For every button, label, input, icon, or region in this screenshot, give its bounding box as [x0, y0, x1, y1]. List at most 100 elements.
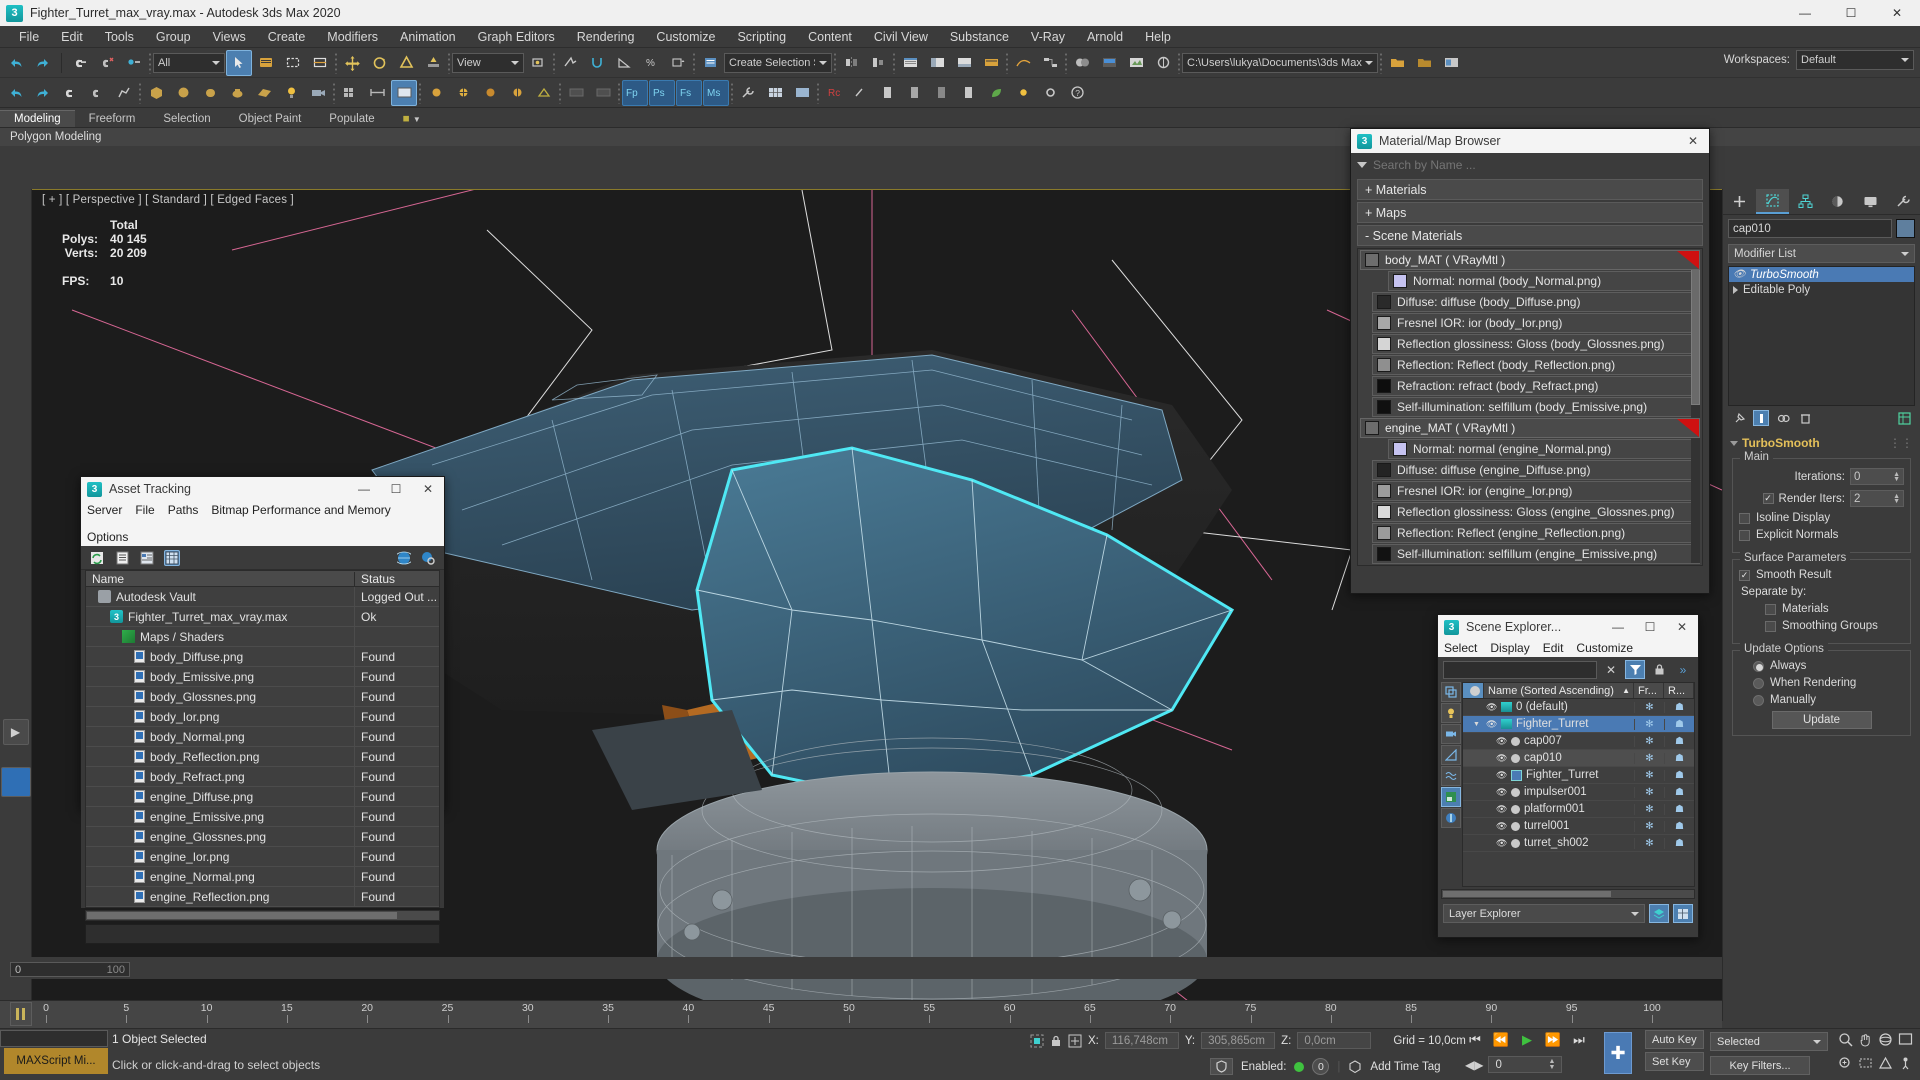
time-ruler[interactable]: 0510152025303540455055606570758085909510…: [0, 1000, 1722, 1028]
frame-range-field[interactable]: 0 100: [10, 962, 130, 977]
asset-tracking-icon[interactable]: [1438, 50, 1464, 76]
material-map-entry[interactable]: Reflection glossiness: Gloss (engine_Glo…: [1372, 502, 1700, 522]
turbosmooth-rollup-header[interactable]: TurboSmooth ⋮⋮: [1728, 434, 1915, 452]
cube-icon[interactable]: [1348, 1060, 1362, 1074]
frozen-cell-icon[interactable]: ✻: [1634, 821, 1664, 832]
maxscript-input[interactable]: [0, 1030, 108, 1047]
create-selection-set-icon[interactable]: [563, 80, 589, 106]
visibility-eye-icon[interactable]: 👁: [1496, 770, 1507, 781]
asset-tracking-window[interactable]: 3 Asset Tracking — ☐ ✕ ServerFilePathsBi…: [80, 476, 445, 810]
frozen-cell-icon[interactable]: ✻: [1634, 804, 1664, 815]
mirror-icon[interactable]: [838, 50, 864, 76]
separate-materials-row[interactable]: Materials: [1765, 603, 1904, 615]
lock-icon[interactable]: [1649, 660, 1669, 679]
zoom-region-icon[interactable]: [1858, 1056, 1873, 1071]
workspaces-combo[interactable]: Default: [1796, 50, 1914, 70]
z-coordinate-field[interactable]: 0,0cm: [1297, 1032, 1371, 1049]
absolute-relative-toggle-icon[interactable]: [1068, 1034, 1082, 1048]
asset-row[interactable]: Maps / Shaders: [86, 627, 439, 647]
redo-view-icon[interactable]: [30, 80, 56, 106]
viewport-layout-icon[interactable]: [391, 80, 417, 106]
material-map-entry[interactable]: Diffuse: diffuse (body_Diffuse.png): [1372, 292, 1700, 312]
frozen-cell-icon[interactable]: ✻: [1634, 736, 1664, 747]
material-map-entry[interactable]: Reflection: Reflect (body_Reflection.png…: [1372, 355, 1700, 375]
go-to-start-icon[interactable]: ⏮: [1465, 1030, 1485, 1049]
array-icon[interactable]: [337, 80, 363, 106]
frozen-cell-icon[interactable]: ✻: [1634, 719, 1664, 730]
update-always-radio[interactable]: [1753, 661, 1764, 672]
shield-icon[interactable]: [1210, 1058, 1233, 1075]
renderable-cell-icon[interactable]: ☗: [1664, 753, 1694, 764]
materials-section-header[interactable]: + Materials: [1357, 179, 1703, 200]
refresh-icon[interactable]: [89, 550, 105, 566]
reference-coordinate-combo[interactable]: View: [452, 53, 524, 73]
asset-row[interactable]: body_Diffuse.pngFound: [86, 647, 439, 667]
fp-render-icon[interactable]: Fp: [622, 80, 648, 106]
y-coordinate-field[interactable]: 305,865cm: [1201, 1032, 1275, 1049]
scene-explorer-row[interactable]: 👁cap007✻☗: [1463, 733, 1694, 750]
unfreeze-icon[interactable]: [477, 80, 503, 106]
material-map-entry[interactable]: Normal: normal (body_Normal.png): [1388, 271, 1700, 291]
asset-menu-paths[interactable]: Paths: [168, 503, 199, 517]
renderable-cell-icon[interactable]: ☗: [1664, 821, 1694, 832]
tab-motion[interactable]: [1821, 189, 1854, 214]
clear-search-icon[interactable]: ✕: [1601, 660, 1621, 679]
select-and-scale-icon[interactable]: [393, 50, 419, 76]
scene-explorer-maximize[interactable]: ☐: [1634, 615, 1666, 639]
manage-links-icon[interactable]: [978, 50, 1004, 76]
menu-item-rendering[interactable]: Rendering: [566, 28, 646, 46]
render-iters-spinner[interactable]: 2 ▲▼: [1850, 490, 1904, 507]
asset-tracking-maximize[interactable]: ☐: [380, 477, 412, 501]
scene-explorer-minimize[interactable]: —: [1602, 615, 1634, 639]
update-when-rendering-radio[interactable]: [1753, 678, 1764, 689]
scene-explorer-tree[interactable]: Name (Sorted Ascending) ▲ Fr... R... 👁0 …: [1462, 682, 1695, 887]
named-selection-set-combo[interactable]: Create Selection Se: [724, 53, 832, 73]
scene-explorer-search-input[interactable]: [1443, 661, 1597, 679]
visibility-eye-icon[interactable]: 👁: [1496, 787, 1507, 798]
remove-modifier-icon[interactable]: [1797, 410, 1813, 426]
ribbon-tab-modeling[interactable]: Modeling: [0, 110, 75, 127]
ribbon-tab-populate[interactable]: Populate: [315, 111, 388, 127]
menu-item-views[interactable]: Views: [202, 28, 257, 46]
sphere-primitive-icon[interactable]: [170, 80, 196, 106]
menu-item-animation[interactable]: Animation: [389, 28, 467, 46]
explicit-normals-row[interactable]: Explicit Normals: [1739, 529, 1904, 541]
expand-panel-icon[interactable]: ▶: [3, 719, 29, 745]
scene-explorer-row[interactable]: 👁0 (default)✻☗: [1463, 699, 1694, 716]
separate-smoothing-groups-row[interactable]: Smoothing Groups: [1765, 620, 1904, 632]
redo-icon[interactable]: [30, 50, 56, 76]
renderable-cell-icon[interactable]: ☗: [1664, 702, 1694, 713]
menu-item-customize[interactable]: Customize: [645, 28, 726, 46]
asset-row[interactable]: engine_Emissive.pngFound: [86, 807, 439, 827]
panel-4-icon[interactable]: [956, 80, 982, 106]
asset-menu-bitmap-performance-and-memory[interactable]: Bitmap Performance and Memory: [211, 503, 390, 517]
object-name-input[interactable]: [1728, 219, 1892, 238]
box-primitive-icon[interactable]: [143, 80, 169, 106]
menu-item-create[interactable]: Create: [257, 28, 317, 46]
key-filter-scope-combo[interactable]: Selected: [1710, 1032, 1828, 1051]
smooth-result-row[interactable]: ✓ Smooth Result: [1739, 569, 1904, 581]
tab-display[interactable]: [1854, 189, 1887, 214]
viewport-color-swatch[interactable]: [1, 767, 31, 797]
update-manually-row[interactable]: Manually: [1753, 694, 1904, 706]
scene-materials-section-header[interactable]: - Scene Materials: [1357, 225, 1703, 246]
scene-menu-select[interactable]: Select: [1444, 641, 1477, 655]
material-map-entry[interactable]: Refraction: refract (body_Refract.png): [1372, 376, 1700, 396]
key-step-icon[interactable]: ◀▶: [1465, 1058, 1483, 1072]
plane-primitive-icon[interactable]: [251, 80, 277, 106]
menu-item-content[interactable]: Content: [797, 28, 863, 46]
walk-through-icon[interactable]: [1898, 1056, 1913, 1071]
layer-explorer-icon[interactable]: [897, 50, 923, 76]
asset-row[interactable]: body_Reflection.pngFound: [86, 747, 439, 767]
material-browser-close[interactable]: ✕: [1677, 129, 1709, 153]
asset-row[interactable]: engine_Ior.pngFound: [86, 847, 439, 867]
visibility-eye-icon[interactable]: 👁: [1496, 753, 1507, 764]
make-unique-icon[interactable]: [1775, 410, 1791, 426]
frozen-cell-icon[interactable]: ✻: [1634, 838, 1664, 849]
project-folder-icon[interactable]: [1384, 50, 1410, 76]
filter-icon[interactable]: [1625, 660, 1645, 679]
asset-row[interactable]: body_Ior.pngFound: [86, 707, 439, 727]
ribbon-tab-object-paint[interactable]: Object Paint: [225, 111, 316, 127]
select-all-circle-icon[interactable]: [1463, 683, 1484, 698]
percent-snap-icon[interactable]: %: [638, 50, 664, 76]
